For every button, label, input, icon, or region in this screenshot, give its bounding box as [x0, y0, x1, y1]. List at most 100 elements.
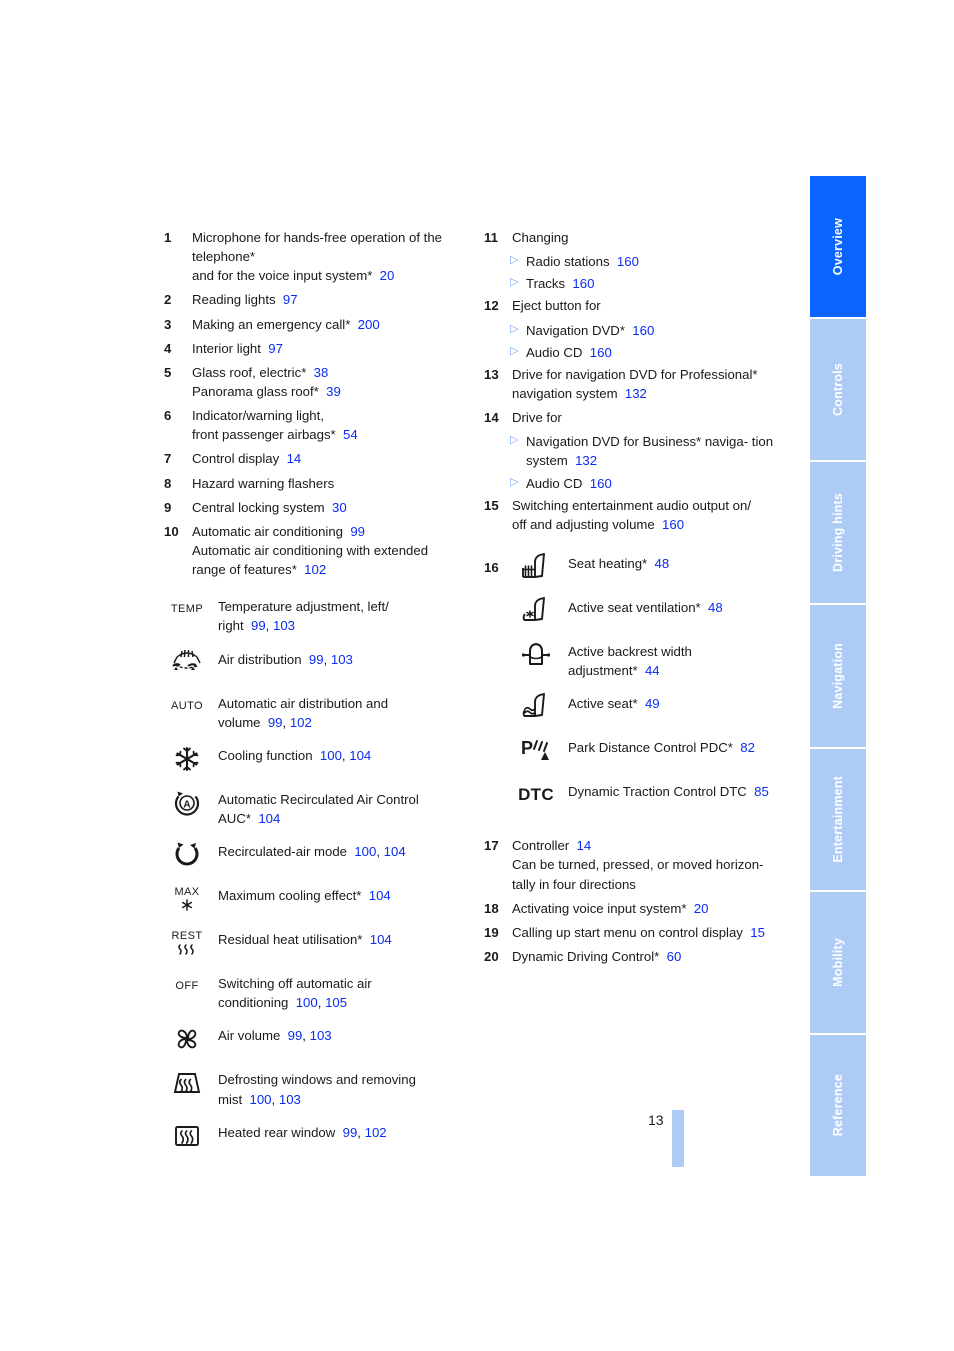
page-reference[interactable]: 30 [332, 500, 347, 515]
text-line: Air distribution [218, 651, 302, 667]
page-reference[interactable]: 82 [740, 740, 755, 755]
item-text: Seat heating* 48 [568, 550, 769, 573]
page-reference[interactable]: 132 [575, 453, 597, 468]
text-line: Maximum cooling effect* [218, 888, 362, 904]
page-reference[interactable]: 102 [304, 562, 326, 577]
page-reference[interactable]: 99 [309, 652, 324, 667]
page-reference[interactable]: 100 [250, 1092, 272, 1107]
off-icon-label: OFF [175, 980, 199, 993]
page-reference[interactable]: 39 [326, 384, 341, 399]
page-number: 13 [648, 1112, 664, 1128]
item-number: 12 [484, 298, 499, 314]
page-reference[interactable]: 48 [708, 600, 723, 615]
page-reference[interactable]: 104 [370, 932, 392, 947]
item-number: 3 [164, 316, 172, 332]
page-reference[interactable]: 97 [268, 341, 283, 356]
page-reference[interactable]: 14 [287, 451, 302, 466]
page-reference[interactable]: 103 [273, 618, 295, 633]
page-reference[interactable]: 105 [325, 995, 347, 1010]
page-reference[interactable]: 20 [380, 268, 395, 283]
auc-recirculation-icon: A [164, 786, 210, 820]
sub-list-item: ▷ Tracks 160 [510, 274, 779, 293]
text-line: tally in four directions [512, 876, 636, 892]
page-reference[interactable]: 99 [268, 715, 283, 730]
item-text: Navigation DVD for Business* naviga- tio… [526, 432, 779, 470]
tab-reference[interactable]: Reference [810, 1034, 866, 1176]
page-reference[interactable]: 54 [343, 427, 358, 442]
page-reference[interactable]: 104 [384, 844, 406, 859]
page-reference[interactable]: 49 [645, 696, 660, 711]
page-reference[interactable]: 160 [662, 517, 684, 532]
item-number: 19 [484, 924, 499, 940]
triangle-bullet-icon: ▷ [510, 276, 519, 289]
text-line: Activating voice input system* [512, 900, 687, 916]
text-line-with-ref: adjustment* 44 [568, 661, 769, 680]
page-reference[interactable]: 99 [350, 524, 365, 539]
page-reference[interactable]: 160 [632, 323, 654, 338]
tab-entertainment[interactable]: Entertainment [810, 748, 866, 890]
page-reference[interactable]: 44 [645, 663, 660, 678]
list-item: 2 Reading lights 97 [164, 290, 454, 309]
page-reference[interactable]: 160 [590, 476, 612, 491]
page-reference[interactable]: 100 [354, 844, 376, 859]
list-item: 13 Drive for navigation DVD for Professi… [484, 365, 779, 403]
page-reference[interactable]: 103 [279, 1092, 301, 1107]
page-reference[interactable]: 20 [694, 901, 709, 916]
item-text: Automatic air distribution and volume 99… [218, 690, 454, 732]
item-text: Active backrest width adjustment* 44 [568, 638, 769, 680]
page-reference[interactable]: 102 [290, 715, 312, 730]
page-reference[interactable]: 14 [577, 838, 592, 853]
item-text: Microphone for hands-free operation of t… [192, 228, 454, 285]
page-reference[interactable]: 103 [310, 1028, 332, 1043]
tab-overview[interactable]: Overview [810, 176, 866, 318]
list-item: 9 Central locking system 30 [164, 498, 454, 517]
text-line-with-ref: range of features* 102 [192, 560, 454, 579]
page-reference[interactable]: 104 [369, 888, 391, 903]
page-reference[interactable]: 38 [314, 365, 329, 380]
page-reference[interactable]: 104 [349, 748, 371, 763]
page-reference[interactable]: 160 [572, 276, 594, 291]
item-text: Residual heat utilisation* 104 [218, 926, 454, 949]
text-line: Central locking system [192, 499, 325, 515]
page-reference[interactable]: 132 [625, 386, 647, 401]
tab-driving-hints[interactable]: Driving hints [810, 462, 866, 604]
text-line: Active seat* [568, 696, 638, 712]
tab-controls[interactable]: Controls [810, 319, 866, 461]
text-line: Active backrest width [568, 643, 692, 659]
page-reference[interactable]: 85 [754, 784, 769, 799]
tab-overview-label: Overview [831, 217, 845, 276]
page-reference[interactable]: 102 [365, 1125, 387, 1140]
pdc-icon: P [512, 734, 560, 768]
page-reference[interactable]: 99 [343, 1125, 358, 1140]
text-line: Recirculated-air mode [218, 844, 347, 860]
page-reference[interactable]: 99 [251, 618, 266, 633]
item-text: Audio CD 160 [526, 474, 779, 493]
tab-mobility[interactable]: Mobility [810, 891, 866, 1033]
item-text: Audio CD 160 [526, 343, 779, 362]
page-reference[interactable]: 48 [655, 556, 670, 571]
page-reference[interactable]: 99 [288, 1028, 303, 1043]
page-marker-bar [672, 1110, 684, 1167]
tab-navigation[interactable]: Navigation [810, 605, 866, 747]
page-reference[interactable]: 200 [358, 317, 380, 332]
page-reference[interactable]: 103 [331, 652, 353, 667]
text-line: Automatic air distribution and [218, 695, 389, 711]
climate-icon-list: TEMP Temperature adjustment, left/ right… [164, 593, 454, 1152]
page-reference[interactable]: 100 [320, 748, 342, 763]
page-reference[interactable]: 97 [283, 292, 298, 307]
text-line-with-ref: Glass roof, electric* 38 [192, 363, 454, 382]
triangle-bullet-icon: ▷ [510, 344, 519, 357]
page-reference[interactable]: 160 [617, 254, 639, 269]
item-number: 4 [164, 340, 172, 356]
text-line: Residual heat utilisation* [218, 932, 363, 948]
page-reference[interactable]: 100 [296, 995, 318, 1010]
page-reference[interactable]: 15 [750, 925, 765, 940]
text-line: Switching entertainment audio output on/ [512, 497, 751, 513]
svg-text:A: A [183, 799, 190, 810]
page-reference[interactable]: 104 [258, 811, 280, 826]
svg-text:P: P [521, 738, 533, 758]
page-reference[interactable]: 60 [667, 949, 682, 964]
page-reference[interactable]: 160 [590, 345, 612, 360]
list-item: 14 Drive for [484, 408, 779, 427]
temp-icon: TEMP [164, 593, 210, 627]
